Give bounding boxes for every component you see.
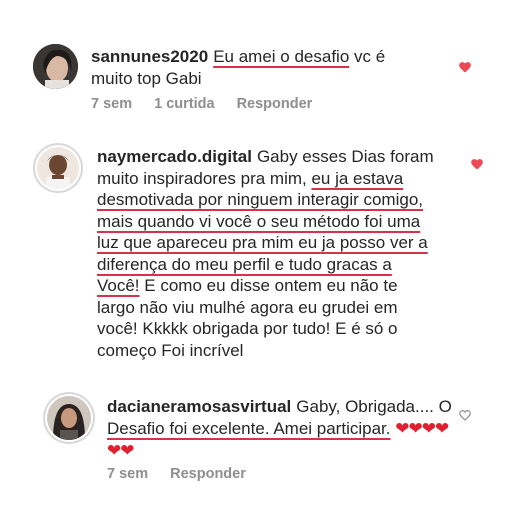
comment-username[interactable]: dacianeramosasvirtual xyxy=(107,397,291,416)
comment-username[interactable]: sannunes2020 xyxy=(91,47,208,66)
comment-highlighted-text: Eu amei o desafio xyxy=(213,47,350,66)
comment-time: 7 sem xyxy=(91,96,133,112)
comment-time: 7 sem xyxy=(107,466,149,482)
comment-username[interactable]: naymercado.digital xyxy=(97,147,252,166)
profile-photo-icon xyxy=(33,44,78,89)
comment-likes-count[interactable]: 1 curtida xyxy=(154,96,214,112)
comment-text-2: naymercado.digital Gaby esses Dias foram … xyxy=(97,146,437,361)
avatar-naymercado[interactable] xyxy=(33,143,83,193)
heart-outline-icon[interactable] xyxy=(458,408,472,422)
comment-meta-3: 7 sem Responder xyxy=(107,466,246,482)
profile-photo-icon xyxy=(47,396,91,440)
profile-photo-icon xyxy=(37,147,79,189)
avatar-dacianeramosasvirtual[interactable] xyxy=(43,392,95,444)
comment-text-1: sannunes2020 Eu amei o desafio vc é muito… xyxy=(91,46,431,89)
comment-text-3: dacianeramosasvirtual Gaby, Obrigada.... … xyxy=(107,396,452,463)
comment-highlighted-text: Desafio foi excelente. Amei participar. xyxy=(107,418,391,438)
avatar-sannunes2020[interactable] xyxy=(33,44,78,89)
reply-button[interactable]: Responder xyxy=(237,96,313,112)
comment-body: E como eu disse ontem eu não te largo nã… xyxy=(97,276,398,360)
comment-body-pre: Gaby, Obrigada.... O xyxy=(296,397,452,416)
liked-heart-icon[interactable] xyxy=(470,157,484,171)
comment-meta-1: 7 sem 1 curtida Responder xyxy=(91,96,312,112)
liked-heart-icon[interactable] xyxy=(458,60,472,74)
reply-button[interactable]: Responder xyxy=(170,466,246,482)
